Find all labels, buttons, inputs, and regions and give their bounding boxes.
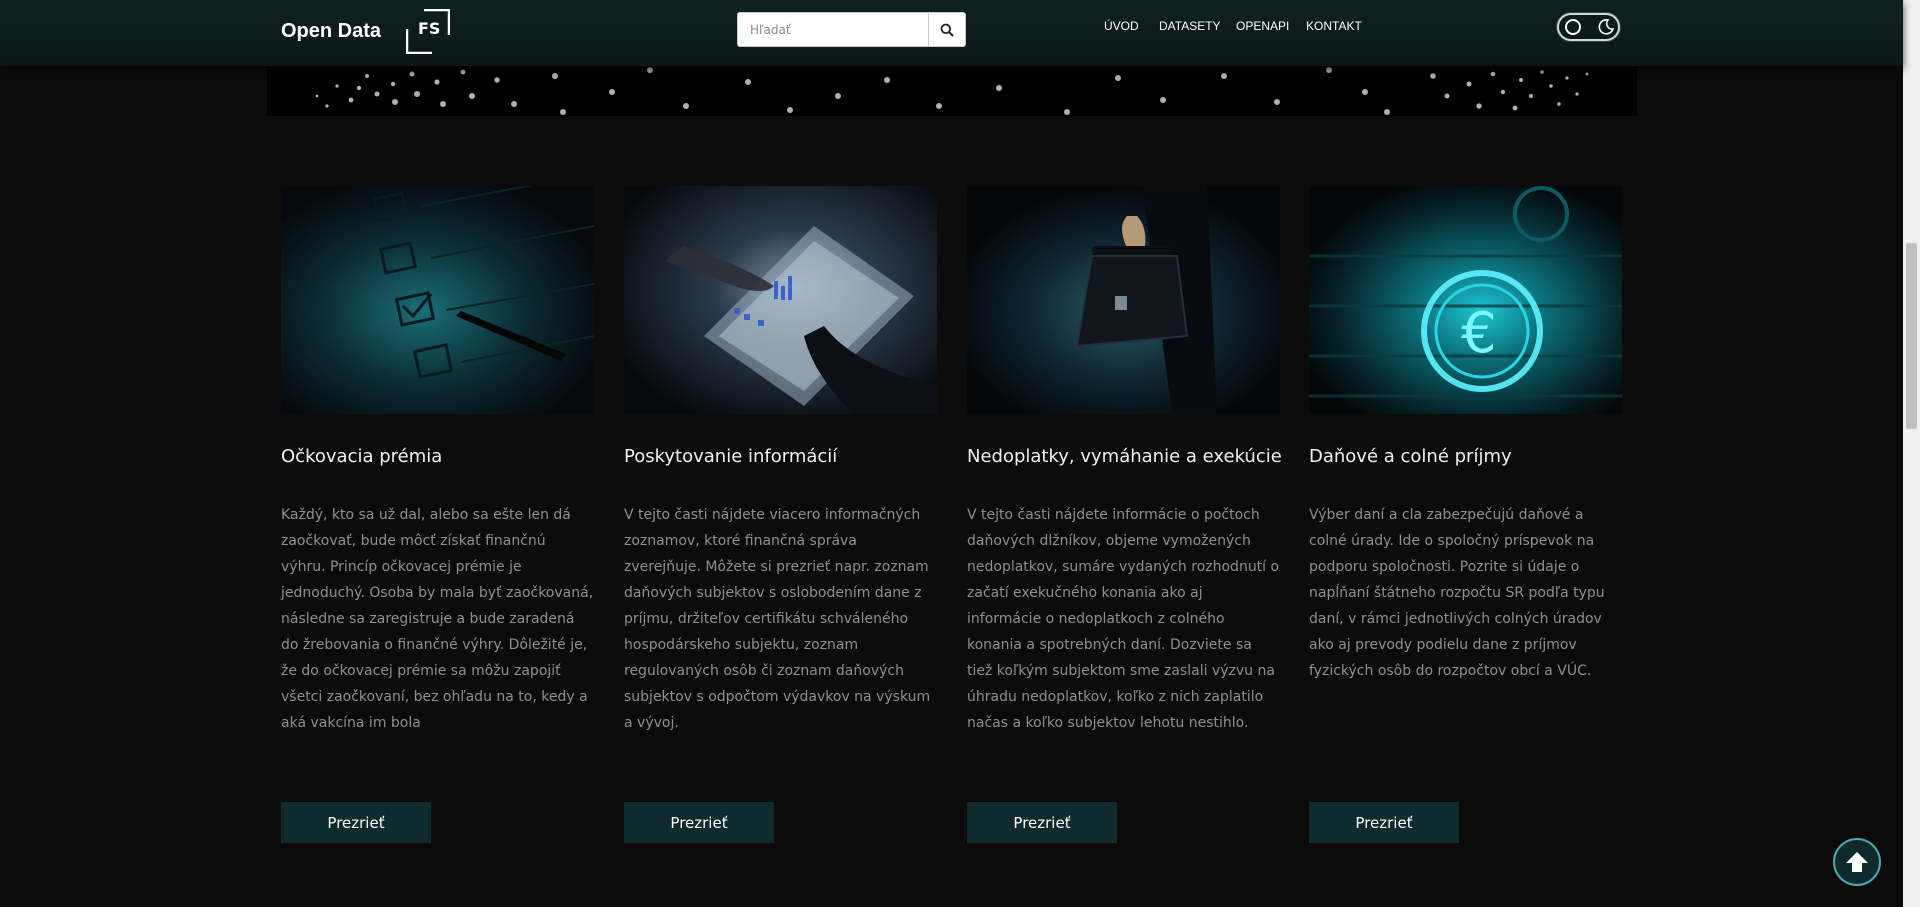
arrow-up-icon <box>1846 852 1868 872</box>
toggle-knob <box>1565 19 1581 35</box>
card-title: Očkovacia prémia <box>281 446 443 467</box>
nav-kontakt[interactable]: KONTAKT <box>1306 19 1362 33</box>
view-button[interactable]: Prezrieť <box>967 802 1117 843</box>
card-vaccination-premium: Očkovacia prémia Každý, kto sa už dal, a… <box>281 186 594 843</box>
nav-openapi[interactable]: OPENAPI <box>1236 19 1289 33</box>
back-to-top-button[interactable] <box>1833 838 1881 886</box>
scrollbar-thumb[interactable] <box>1906 243 1917 429</box>
svg-text:€: € <box>1461 301 1497 366</box>
hero-banner-image <box>267 66 1637 116</box>
page-scrollbar[interactable] <box>1903 0 1920 907</box>
search-icon <box>940 23 954 37</box>
card-image-checklist <box>281 186 594 414</box>
card-description: V tejto časti nájdete informácie o počto… <box>967 507 1280 731</box>
logo-text: FS <box>418 19 441 38</box>
card-description: Každý, kto sa už dal, alebo sa ešte len … <box>281 507 594 731</box>
card-image-briefcase <box>967 186 1280 414</box>
view-button[interactable]: Prezrieť <box>624 802 774 843</box>
nav-datasety[interactable]: DATASETY <box>1159 19 1221 33</box>
card-description: Výber daní a cla zabezpečujú daňové a co… <box>1309 507 1605 679</box>
view-button[interactable]: Prezrieť <box>1309 802 1459 843</box>
card-arrears: Nedoplatky, vymáhanie a exekúcie V tejto… <box>967 186 1282 843</box>
top-navbar: Open Data FS ÚVOD DATASETY OPENAPI KONTA… <box>0 0 1903 66</box>
card-tax-revenue: € Daňové a colné príjmy Výber daní a cla… <box>1309 186 1622 843</box>
search-button[interactable] <box>928 13 965 46</box>
theme-toggle[interactable] <box>1557 13 1620 41</box>
card-information: Poskytovanie informácií V tejto časti ná… <box>624 186 937 843</box>
card-title: Daňové a colné príjmy <box>1309 446 1512 467</box>
card-image-tablet <box>624 186 937 414</box>
card-description: V tejto časti nájdete viacero informačný… <box>624 507 931 731</box>
brand-link[interactable]: Open Data <box>281 20 381 43</box>
search-input[interactable] <box>738 13 927 46</box>
card-image-euro-coin: € <box>1309 186 1622 414</box>
moon-icon <box>1598 19 1615 35</box>
nav-uvod[interactable]: ÚVOD <box>1104 19 1139 33</box>
card-title: Poskytovanie informácií <box>624 446 838 467</box>
card-title: Nedoplatky, vymáhanie a exekúcie <box>967 446 1282 467</box>
fs-logo[interactable]: FS <box>405 8 451 55</box>
view-button[interactable]: Prezrieť <box>281 802 431 843</box>
search-box <box>737 12 966 47</box>
